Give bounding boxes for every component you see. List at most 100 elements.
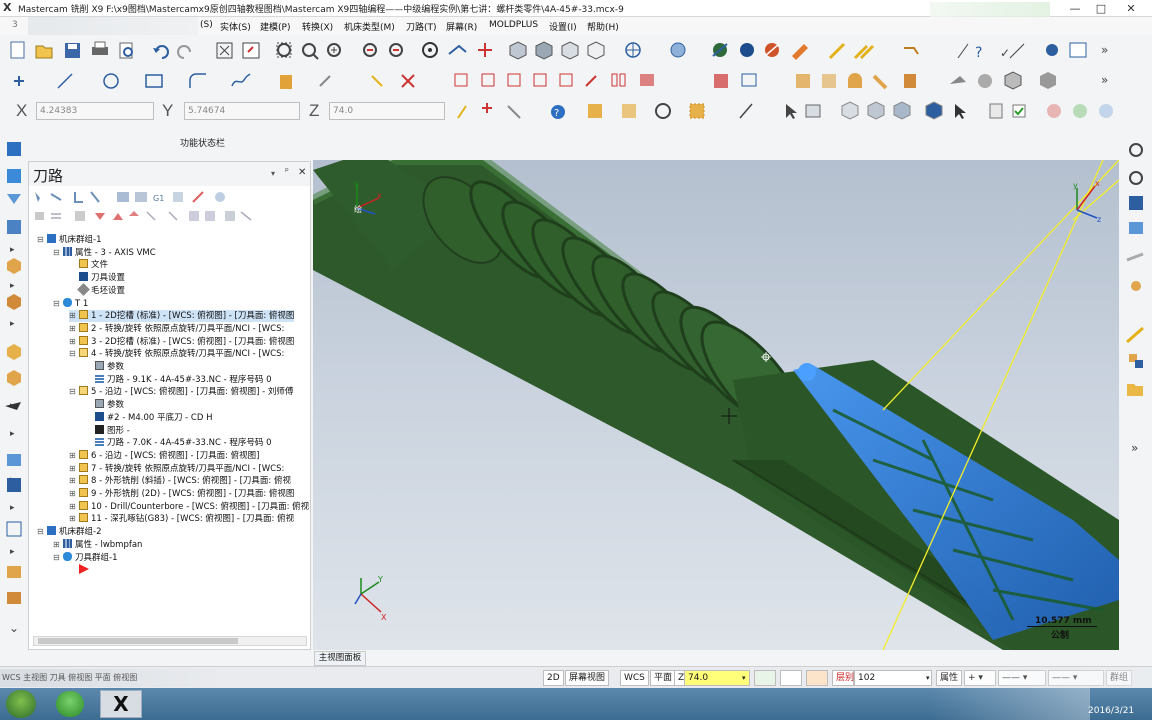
level-label[interactable]: 层别 bbox=[832, 670, 854, 686]
tree-item[interactable]: ⊞ 3 - 2D挖槽 (标准) - [WCS: 俯视图] - [刀具面: 俯视图 bbox=[69, 335, 294, 348]
menu-item-screen[interactable]: 屏幕(R) bbox=[446, 20, 477, 33]
x-coordinate-input[interactable]: 4.24383 bbox=[36, 102, 154, 120]
ie-icon[interactable] bbox=[56, 691, 84, 717]
menu-item-file[interactable]: 3 bbox=[12, 20, 18, 30]
tree-item[interactable]: 刀路 - 9.1K - 4A-45#-33.NC - 程序号码 0 bbox=[85, 373, 272, 386]
panel-close-button[interactable]: ✕ bbox=[298, 167, 306, 178]
menu-item-settings[interactable]: 设置(I) bbox=[549, 20, 577, 33]
tree-item[interactable]: 参数 bbox=[85, 361, 124, 373]
menu-item-help[interactable]: 帮助(H) bbox=[587, 20, 619, 33]
expand-node-icon[interactable]: ⊞ bbox=[69, 463, 79, 475]
window-title: Mastercam 铣削 X9 F:\x9图档\Mastercamx9原创四轴教… bbox=[18, 5, 624, 15]
z-dropdown-icon[interactable]: ▾ bbox=[742, 674, 746, 682]
tree-item[interactable]: ⊞ 9 - 外形铣削 (2D) - [WCS: 俯视图] - [刀具面: 俯视图 bbox=[69, 488, 294, 500]
translate-icon bbox=[454, 73, 468, 87]
properties-icon bbox=[63, 538, 72, 548]
screen-view-button[interactable]: 屏幕视图 bbox=[565, 670, 610, 686]
cube-1-icon bbox=[841, 101, 859, 120]
color-button[interactable] bbox=[754, 670, 776, 686]
panel-menu-icon[interactable]: ▾ bbox=[271, 169, 275, 178]
tree-item[interactable]: 文件 bbox=[69, 259, 108, 271]
tree-item[interactable] bbox=[69, 564, 92, 576]
tree-item[interactable]: 刀具设置 bbox=[69, 272, 125, 284]
graphics-viewport[interactable]: y x 绘 Y X y x z 10.577 mm 公制 bbox=[313, 160, 1119, 650]
tree-item[interactable]: ⊟ 属性 - 3 - AXIS VMC bbox=[53, 246, 156, 259]
menu-item-analysis[interactable]: (S) bbox=[200, 20, 213, 30]
toolbar-create: » bbox=[0, 66, 1152, 96]
svg-text:▸: ▸ bbox=[10, 319, 15, 329]
y-coordinate-input[interactable]: 5.74674 bbox=[184, 102, 300, 120]
expand-node-icon[interactable]: ⊞ bbox=[69, 475, 79, 487]
tree-item[interactable]: ⊞ 1 - 2D挖槽 (标准) - [WCS: 俯视图] - [刀具面: 俯视图 bbox=[69, 310, 295, 323]
start-button[interactable] bbox=[6, 690, 36, 718]
expand-node-icon[interactable]: ⊞ bbox=[69, 323, 79, 335]
surface-color-button[interactable] bbox=[806, 670, 828, 686]
tree-item[interactable]: 毛坯设置 bbox=[69, 282, 125, 297]
collapse-node-icon[interactable]: ⊟ bbox=[37, 234, 47, 246]
tree-item-label: 6 - 沿边 - [WCS: 俯视图] - [刀具面: 俯视图] bbox=[91, 450, 260, 461]
collapse-node-icon[interactable]: ⊟ bbox=[37, 526, 47, 538]
tree-item[interactable]: 参数 bbox=[85, 399, 124, 411]
tree-item[interactable]: ⊞ 11 - 深孔啄钻(G83) - [WCS: 俯视图] - [刀具面: 俯视 bbox=[69, 513, 294, 525]
collapse-node-icon[interactable]: ⊟ bbox=[53, 552, 63, 564]
tree-item[interactable]: ⊟ 机床群组-2 bbox=[37, 526, 101, 538]
menu-item-toolpaths[interactable]: 刀路(T) bbox=[406, 20, 437, 33]
expand-node-icon[interactable]: ⊞ bbox=[69, 501, 79, 513]
plane-button[interactable]: 平面 bbox=[650, 670, 677, 686]
close-button[interactable]: ✕ bbox=[1120, 1, 1142, 16]
z-coordinate-input[interactable]: 74.0 bbox=[329, 102, 445, 120]
mastercam-taskbar-icon[interactable]: X bbox=[100, 690, 142, 718]
mode-2d-button[interactable]: 2D bbox=[543, 670, 564, 686]
maximize-button[interactable]: □ bbox=[1090, 1, 1112, 16]
z-depth-input[interactable]: 74.0 bbox=[684, 670, 750, 686]
tree-item[interactable]: 图形 - bbox=[85, 424, 130, 437]
cylinder-icon bbox=[280, 75, 292, 89]
expand-node-icon[interactable]: ⊞ bbox=[69, 310, 79, 322]
expand-node-icon[interactable]: ⊞ bbox=[69, 336, 79, 348]
solid-color-button[interactable] bbox=[780, 670, 802, 686]
tree-item-label: 4 - 转换/旋转 依照原点旋转/刀具平面/NCI - [WCS: bbox=[91, 349, 285, 360]
collapse-node-icon[interactable]: ⊟ bbox=[53, 298, 63, 310]
collapse-node-icon[interactable]: ⊟ bbox=[53, 247, 63, 259]
tree-item[interactable]: 刀路 - 7.0K - 4A-45#-33.NC - 程序号码 0 bbox=[85, 437, 272, 449]
panel-pin-icon[interactable]: ᵖ bbox=[285, 167, 289, 177]
expand-node-icon[interactable]: ⊞ bbox=[53, 539, 63, 551]
tree-item[interactable]: #2 - M4.00 平底刀 - CD H bbox=[85, 411, 213, 424]
minimize-button[interactable]: — bbox=[1064, 1, 1086, 16]
main-viewsheet-tab[interactable]: 主视图面板 bbox=[314, 651, 366, 666]
expand-node-icon[interactable]: ⊞ bbox=[69, 488, 79, 500]
menu-item-xform[interactable]: 转换(X) bbox=[302, 20, 333, 33]
tree-item[interactable]: ⊟ 机床群组-1 bbox=[37, 234, 101, 246]
collapse-node-icon[interactable]: ⊟ bbox=[69, 386, 79, 398]
expand-node-icon[interactable]: ⊞ bbox=[69, 450, 79, 462]
tree-item[interactable]: ⊞ 10 - Drill/Counterbore - [WCS: 俯视图] - [… bbox=[69, 500, 309, 513]
tree-item[interactable]: ⊟ 刀具群组-1 bbox=[53, 551, 117, 564]
cancel-red-icon bbox=[1047, 104, 1061, 118]
level-dropdown-icon[interactable]: ▾ bbox=[926, 674, 930, 682]
tree-item-label: 参数 bbox=[107, 362, 125, 372]
surface-2-icon bbox=[822, 74, 836, 88]
svg-text:?: ? bbox=[554, 108, 559, 119]
menu-item-solids[interactable]: 实体(S) bbox=[220, 20, 251, 33]
tree-item[interactable]: ⊟ T 1 bbox=[53, 297, 88, 310]
collapse-node-icon[interactable]: ⊟ bbox=[69, 348, 79, 360]
tree-item[interactable]: ⊟ 4 - 转换/旋转 依照原点旋转/刀具平面/NCI - [WCS: bbox=[69, 348, 284, 360]
solid-wire-icon bbox=[561, 41, 579, 60]
menu-item-model[interactable]: 建模(P) bbox=[260, 20, 290, 33]
wcs-button[interactable]: WCS bbox=[620, 670, 649, 686]
expand-node-icon[interactable]: ⊞ bbox=[69, 513, 79, 525]
menu-item-machine-type[interactable]: 机床类型(M) bbox=[344, 20, 395, 33]
tree-item[interactable]: ⊟ 5 - 沿边 - [WCS: 俯视图] - [刀具面: 俯视图] - 刘师傅 bbox=[69, 386, 293, 398]
scrollbar-thumb[interactable] bbox=[38, 638, 238, 644]
break-icon bbox=[371, 75, 383, 87]
tree-item[interactable]: ⊞ 2 - 转换/旋转 依照原点旋转/刀具平面/NCI - [WCS: bbox=[69, 322, 284, 335]
tree-item[interactable]: ⊞ 属性 - lwbmpfan bbox=[53, 538, 142, 551]
line-icon bbox=[57, 73, 73, 89]
tree-item[interactable]: ⊞ 6 - 沿边 - [WCS: 俯视图] - [刀具面: 俯视图] bbox=[69, 449, 260, 462]
level-input[interactable]: 102 bbox=[854, 670, 932, 686]
horizontal-scrollbar[interactable] bbox=[33, 636, 307, 646]
menu-item-moldplus[interactable]: MOLDPLUS bbox=[489, 20, 538, 30]
tree-item[interactable]: ⊞ 8 - 外形铣削 (斜插) - [WCS: 俯视图] - [刀具面: 俯视 bbox=[69, 475, 291, 487]
view-gnomon-top-right: y x z bbox=[1073, 180, 1101, 224]
tree-item[interactable]: ⊞ 7 - 转换/旋转 依照原点旋转/刀具平面/NCI - [WCS: bbox=[69, 462, 284, 475]
